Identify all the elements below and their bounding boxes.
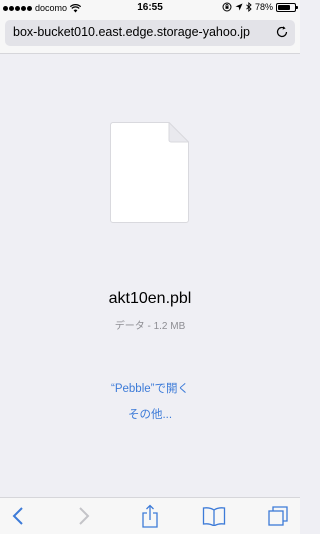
- status-right: 78%: [222, 2, 298, 12]
- url-text[interactable]: box-bucket010.east.edge.storage-yahoo.jp: [13, 25, 271, 39]
- file-info: データ - 1.2 MB: [114, 321, 186, 332]
- share-icon: [142, 504, 158, 528]
- browser-top-bar: docomo 16:55 78% box-bucket010.east.edge…: [0, 0, 300, 54]
- file-name: akt10en.pbl: [108, 290, 192, 307]
- lock-rotation-icon: [222, 2, 232, 12]
- reload-icon[interactable]: [275, 25, 289, 39]
- forward-icon: [79, 507, 90, 525]
- battery-fill: [278, 4, 291, 10]
- tabs-icon: [268, 506, 288, 526]
- battery-percent: 78%: [254, 2, 273, 12]
- open-in-pebble-button[interactable]: “Pebble”で開く: [0, 380, 300, 396]
- location-icon: [235, 3, 243, 11]
- address-bar[interactable]: box-bucket010.east.edge.storage-yahoo.jp: [5, 20, 295, 46]
- back-button[interactable]: [5, 504, 31, 528]
- forward-button[interactable]: [71, 504, 97, 528]
- battery-icon: [276, 2, 298, 12]
- back-icon: [12, 507, 23, 525]
- bookmarks-icon: [202, 507, 226, 526]
- browser-toolbar: [0, 497, 300, 534]
- tabs-button[interactable]: [265, 504, 291, 528]
- share-button[interactable]: [137, 504, 163, 528]
- status-bar: docomo 16:55 78%: [0, 0, 300, 16]
- bluetooth-icon: [246, 2, 252, 12]
- document-icon: [110, 122, 189, 223]
- more-options-button[interactable]: その他...: [0, 406, 300, 422]
- bookmarks-button[interactable]: [201, 504, 227, 528]
